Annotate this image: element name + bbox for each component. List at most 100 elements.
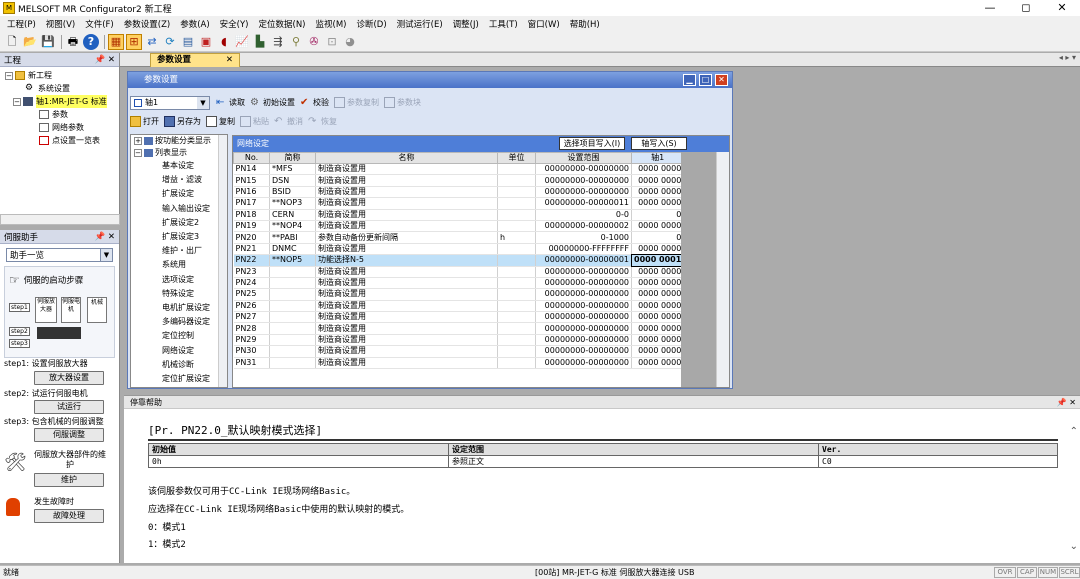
axis-icon[interactable]: ⊞ xyxy=(126,33,142,50)
col-axis1[interactable]: 轴1 xyxy=(630,152,685,164)
tree-node-parameter[interactable]: 参数 xyxy=(5,108,119,121)
expand-icon[interactable]: + xyxy=(134,137,142,145)
param-copy-button[interactable]: 参数复制 xyxy=(334,97,379,108)
tree-item-extension[interactable]: 扩展设定 xyxy=(131,187,227,201)
cell-axis1[interactable]: 0000 0000 xyxy=(631,220,685,233)
copy-button[interactable]: 复制 xyxy=(206,116,235,127)
chevron-up-icon[interactable]: ⌃ xyxy=(1070,426,1078,437)
menu-window[interactable]: 窗口(W) xyxy=(523,18,565,30)
col-unit[interactable]: 单位 xyxy=(497,152,536,164)
tree-node-axis1[interactable]: − 轴1:MR-JET-G 标准 xyxy=(5,95,119,108)
cell-axis1[interactable]: 0000 0000 xyxy=(631,311,685,324)
tree-vertical-scrollbar[interactable] xyxy=(218,135,227,387)
table-row[interactable]: PN26 制造商设置用 00000000-00000000 0000 0000 xyxy=(233,300,685,313)
collapse-icon[interactable]: − xyxy=(5,71,13,80)
io-icon[interactable]: ▙ xyxy=(252,34,268,50)
cell-axis1[interactable]: 0000 0000 xyxy=(631,174,685,187)
cell-axis1[interactable]: 0000 0000 xyxy=(631,288,685,301)
test-run-button[interactable]: 试运行 xyxy=(34,400,104,414)
child-maximize-button[interactable]: □ xyxy=(699,74,712,86)
tab-close-icon[interactable]: ✕ xyxy=(226,54,233,67)
table-row[interactable]: PN31 制造商设置用 00000000-00000000 0000 0000 xyxy=(233,357,685,370)
axis-select[interactable]: 轴1 ▼ xyxy=(130,95,210,110)
tree-item-maintenance[interactable]: 维护・出厂 xyxy=(131,244,227,258)
panel-pin-close-icon[interactable]: 📌 ✕ xyxy=(95,55,115,65)
cell-axis1[interactable]: 0000 0001 xyxy=(630,253,685,268)
cell-axis1[interactable]: 0000 0000 xyxy=(631,186,685,199)
panel-pin-close-icon[interactable]: 📌 ✕ xyxy=(1057,396,1076,409)
close-button[interactable]: ✕ xyxy=(1044,0,1080,16)
cell-axis1[interactable]: 0000 0000 xyxy=(631,197,685,210)
param-block-button[interactable]: 参数块 xyxy=(384,97,421,108)
menu-positioning-data[interactable]: 定位数据(N) xyxy=(254,18,311,30)
maximize-button[interactable]: ◻ xyxy=(1008,0,1044,16)
child-minimize-button[interactable]: ▁ xyxy=(683,74,696,86)
chevron-down-icon[interactable]: ⌄ xyxy=(1070,541,1078,552)
minimize-button[interactable]: — xyxy=(972,0,1008,16)
menu-adjustment[interactable]: 调整(J) xyxy=(448,18,484,30)
machine-icon[interactable]: ⊡ xyxy=(324,34,340,50)
tree-item-network[interactable]: 网络设定 xyxy=(131,344,227,358)
table-row[interactable]: PN23 制造商设置用 00000000-00000000 0000 0000 xyxy=(233,266,685,278)
tree-item-motor-extension[interactable]: 电机扩展设定 xyxy=(131,301,227,315)
tab-nav-icons[interactable]: ◂ ▸ ▾ xyxy=(1059,53,1076,62)
cell-axis1[interactable]: 0000 0000 xyxy=(631,300,685,313)
menu-diagnosis[interactable]: 诊断(D) xyxy=(351,18,391,30)
tree-item-machine-diagnosis[interactable]: 机械诊断 xyxy=(131,358,227,372)
tree-item-extension3[interactable]: 扩展设定3 xyxy=(131,230,227,244)
tree-node-system-settings[interactable]: ⚙ 系统设置 xyxy=(5,82,119,95)
chevron-down-icon[interactable]: ▼ xyxy=(197,96,209,109)
table-row[interactable]: PN28 制造商设置用 00000000-00000000 0000 0000 xyxy=(233,322,685,335)
tree-item-basic[interactable]: 基本设定 xyxy=(131,159,227,173)
servo-adjust-button[interactable]: 伺服调整 xyxy=(34,428,104,442)
menu-project[interactable]: 工程(P) xyxy=(2,18,41,30)
help-icon[interactable]: ? xyxy=(83,33,99,50)
tree-item-extension2[interactable]: 扩展设定2 xyxy=(131,216,227,230)
menu-parameter-setting[interactable]: 参数设置(Z) xyxy=(119,18,175,30)
menu-view[interactable]: 视图(V) xyxy=(41,18,80,30)
project-horizontal-scrollbar[interactable] xyxy=(0,214,120,225)
table-row[interactable]: PN19 **NOP4 制造商设置用 00000000-00000002 0000 00… xyxy=(233,220,685,233)
monitor-icon[interactable]: ▣ xyxy=(198,34,214,50)
read-button[interactable]: ⇤ 读取 xyxy=(216,97,245,108)
cell-axis1[interactable]: 0000 0000 xyxy=(631,163,685,176)
tree-item-gain-filter[interactable]: 增益・滤波 xyxy=(131,173,227,187)
save-icon[interactable]: 💾 xyxy=(40,34,56,50)
col-no[interactable]: No. xyxy=(233,152,270,164)
menu-help[interactable]: 帮助(H) xyxy=(565,18,605,30)
initial-setting-button[interactable]: ⚙ 初始设置 xyxy=(250,97,295,108)
grid-vertical-scrollbar[interactable] xyxy=(716,152,729,387)
table-row[interactable]: PN30 制造商设置用 00000000-00000000 0000 0000 xyxy=(233,345,685,358)
cell-axis1[interactable]: 0000 0000 xyxy=(631,277,685,290)
table-row[interactable]: PN16 BSID 制造商设置用 00000000-00000000 0000 0000 xyxy=(233,186,685,199)
open-button[interactable]: 打开 xyxy=(130,116,159,127)
select-item-write-button[interactable]: 选择项目写入(I) xyxy=(559,137,625,150)
redo-button[interactable]: ↷ 恢复 xyxy=(308,116,337,127)
table-row[interactable]: PN27 制造商设置用 00000000-00000000 0000 0000 xyxy=(233,311,685,324)
collapse-icon[interactable]: − xyxy=(134,149,142,157)
maintenance-button[interactable]: 维护 xyxy=(34,473,104,487)
col-abbr[interactable]: 简称 xyxy=(269,152,316,164)
table-row[interactable]: PN18 CERN 制造商设置用 0-0 0 xyxy=(233,209,685,221)
cell-axis1[interactable]: 0000 0000 xyxy=(631,334,685,347)
cell-axis1[interactable]: 0000 0000 xyxy=(631,266,685,278)
table-row[interactable]: PN24 制造商设置用 00000000-00000000 0000 0000 xyxy=(233,277,685,290)
axis-write-button[interactable]: 轴写入(S) xyxy=(631,137,687,150)
collapse-icon[interactable]: − xyxy=(13,97,21,106)
jog-icon[interactable]: ⇶ xyxy=(270,34,286,50)
table-row[interactable]: PN15 DSN 制造商设置用 00000000-00000000 0000 0000 xyxy=(233,174,685,187)
table-row[interactable]: PN14 *MFS 制造商设置用 00000000-00000000 0000 0000 xyxy=(233,163,685,176)
graph-icon[interactable]: ◖ xyxy=(216,34,232,50)
table-row[interactable]: PN22 **NOP5 功能选择N-5 00000000-00000001 0000 0… xyxy=(233,253,685,268)
tree-item-positioning[interactable]: 定位控制 xyxy=(131,329,227,343)
child-close-button[interactable]: ✕ xyxy=(715,74,728,86)
tree-group-list-display[interactable]: − 列表显示 xyxy=(131,147,227,159)
tree-item-multi-encoder[interactable]: 多编码器设定 xyxy=(131,315,227,329)
tree-item-system[interactable]: 系统用 xyxy=(131,258,227,272)
verify-button[interactable]: ✔ 校验 xyxy=(300,97,329,108)
save-as-button[interactable]: 另存为 xyxy=(164,116,201,127)
tree-group-by-function[interactable]: + 按功能分类显示 xyxy=(131,135,227,147)
tree-item-option[interactable]: 选项设定 xyxy=(131,273,227,287)
col-name[interactable]: 名称 xyxy=(315,152,498,164)
undo-button[interactable]: ↶ 撤消 xyxy=(274,116,303,127)
